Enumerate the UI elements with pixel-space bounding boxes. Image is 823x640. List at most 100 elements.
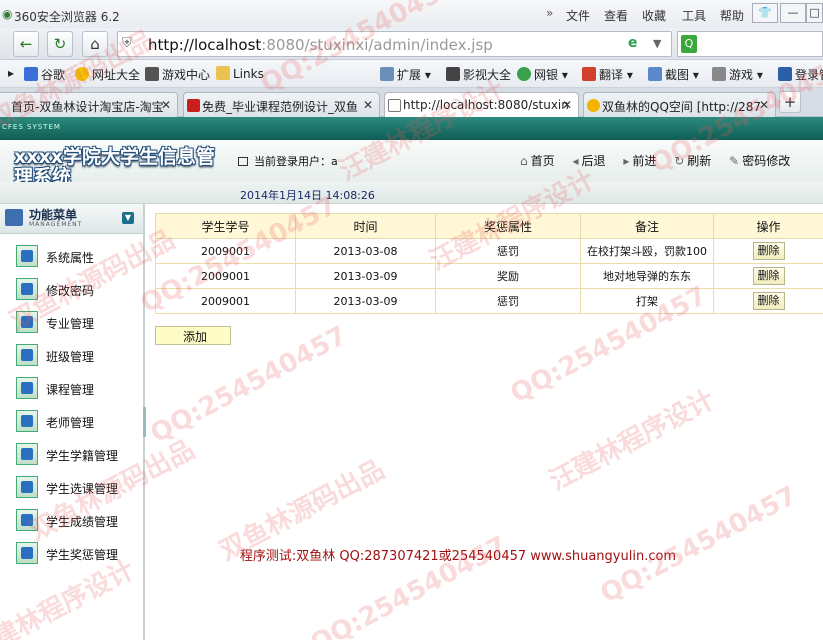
module-icon — [16, 278, 38, 300]
bank-icon — [517, 67, 531, 81]
nav-change-password[interactable]: ✎ 密码修改 — [729, 154, 790, 168]
search-input[interactable]: Q — [677, 31, 823, 57]
close-icon[interactable]: ✕ — [562, 98, 572, 112]
chevron-down-icon[interactable]: ▼ — [653, 37, 661, 50]
cell-note: 打架 — [580, 288, 714, 314]
key-icon — [778, 67, 792, 81]
fav-bank[interactable]: 网银 ▾ — [517, 66, 568, 83]
fav-video[interactable]: 影视大全 — [446, 66, 511, 83]
module-icon — [16, 476, 38, 498]
tab-free-design[interactable]: 免费_毕业课程范例设计_双鱼 ✕ — [183, 92, 380, 117]
add-button[interactable]: 添加 — [155, 326, 231, 345]
nav-refresh[interactable]: ↻ 刷新 — [674, 154, 711, 168]
sidebar: 功能菜单 MANAGEMENT ▼ 系统属性 修改密码 专业管理 班级管理 课程… — [0, 204, 145, 640]
tab-qq-space[interactable]: 双鱼林的QQ空间 [http://287 ✕ — [583, 92, 776, 117]
header-type: 奖惩属性 — [435, 213, 581, 239]
close-icon[interactable]: ✕ — [161, 98, 171, 112]
tab-label: http://localhost:8080/stuxin — [403, 98, 569, 112]
collapse-icon[interactable]: ▼ — [122, 212, 134, 224]
fav-translate[interactable]: 翻译 ▾ — [582, 66, 633, 83]
cell-student-id: 2009001 — [155, 263, 296, 289]
menu-favorites[interactable]: 收藏 — [642, 7, 666, 24]
menu-icon — [5, 209, 23, 226]
close-icon[interactable]: ✕ — [363, 98, 373, 112]
home-icon: ⌂ — [520, 154, 528, 168]
cell-student-id: 2009001 — [155, 288, 296, 314]
fav-screenshot[interactable]: 截图 ▾ — [648, 66, 699, 83]
delete-button[interactable]: 删除 — [752, 267, 785, 285]
minimize-button[interactable]: — — [780, 3, 806, 23]
skin-button[interactable]: 👕 — [752, 3, 778, 23]
nav-forward[interactable]: ▸ 前进 — [623, 154, 656, 168]
close-icon[interactable]: ✕ — [759, 98, 769, 112]
menu-overflow-icon[interactable]: » — [546, 6, 553, 20]
fav-url-directory[interactable]: 网址大全 — [75, 66, 140, 83]
module-icon — [16, 509, 38, 531]
sidebar-splitter[interactable] — [143, 407, 146, 437]
menu-subtitle: MANAGEMENT — [29, 221, 83, 228]
menu-help[interactable]: 帮助 — [720, 7, 744, 24]
delete-button[interactable]: 删除 — [752, 242, 785, 260]
footer-credits: 程序测试:双鱼林 QQ:287307421或254540457 www.shua… — [239, 549, 677, 564]
back-icon[interactable]: ← — [13, 31, 39, 57]
url-input[interactable]: ⛨ http://localhost:8080/stuxinxi/admin/i… — [117, 31, 672, 57]
star-icon — [587, 99, 600, 112]
cell-time: 2013-03-08 — [295, 238, 436, 264]
new-tab-icon[interactable]: + — [779, 91, 801, 113]
gamepad-icon — [145, 67, 159, 81]
video-icon — [446, 67, 460, 81]
rewards-table: 学生学号 时间 奖惩属性 备注 操作 2009001 2013-03-08 惩罚… — [155, 213, 823, 314]
address-toolbar: ← ↻ ⌂ ⛨ http://localhost:8080/stuxinxi/a… — [0, 28, 823, 60]
home-icon[interactable]: ⌂ — [82, 31, 108, 57]
site-favicon-icon — [187, 99, 200, 112]
nav-back[interactable]: ◂ 后退 — [572, 154, 605, 168]
module-icon — [16, 245, 38, 267]
cell-note: 在校打架斗殴，罚款100 — [580, 238, 714, 264]
module-icon — [16, 377, 38, 399]
nav-home[interactable]: ⌂ 首页 — [520, 154, 555, 168]
folder-icon — [216, 66, 230, 80]
header-action: 操作 — [713, 213, 823, 239]
compat-mode-icon[interactable]: e — [628, 35, 638, 51]
date-bar: 2014年1月14日 14:08:26 — [0, 182, 823, 204]
cell-action: 删除 — [713, 288, 823, 314]
cell-note: 地对地导弹的东东 — [580, 263, 714, 289]
tab-label: 双鱼林的QQ空间 [http://287 — [602, 100, 762, 114]
shield-icon: ⛨ — [122, 36, 132, 51]
menu-tools[interactable]: 工具 — [682, 7, 706, 24]
tab-label: 首页-双鱼林设计淘宝店-淘宝 — [11, 100, 164, 114]
current-user-label: 当前登录用户：a — [254, 155, 338, 168]
module-icon — [16, 443, 38, 465]
url-text: http://localhost:8080/stuxinxi/admin/ind… — [148, 36, 493, 54]
cell-time: 2013-03-09 — [295, 288, 436, 314]
web-app: CFES SYSTEM xxxx学院大学生信息管理系统 当前登录用户：a ⌂ 首页… — [0, 117, 823, 640]
favorites-arrow-icon[interactable]: ▸ — [8, 66, 14, 80]
back-icon: ◂ — [572, 154, 579, 168]
table-row: 2009001 2013-03-09 惩罚 打架 删除 — [155, 288, 823, 314]
delete-button[interactable]: 删除 — [752, 292, 785, 310]
tab-taobao-shop[interactable]: 首页-双鱼林设计淘宝店-淘宝 ✕ — [0, 92, 178, 117]
maximize-button[interactable]: □ — [806, 3, 823, 23]
menu-view[interactable]: 查看 — [604, 7, 628, 24]
page-icon — [388, 99, 401, 112]
cell-type: 惩罚 — [435, 288, 581, 314]
fav-login[interactable]: 登录管 — [778, 66, 823, 83]
tab-localhost-admin[interactable]: http://localhost:8080/stuxin ✕ — [384, 92, 579, 118]
module-icon — [16, 344, 38, 366]
header-student-id: 学生学号 — [155, 213, 296, 239]
search-engine-icon[interactable]: Q — [681, 35, 697, 53]
system-title: xxxx学院大学生信息管理系统 — [14, 146, 216, 188]
fav-games[interactable]: 游戏 ▾ — [712, 66, 763, 83]
header-note: 备注 — [580, 213, 714, 239]
fav-game-center[interactable]: 游戏中心 — [145, 66, 210, 83]
refresh-icon[interactable]: ↻ — [47, 31, 73, 57]
fav-links[interactable]: Links — [216, 66, 264, 81]
menu-file[interactable]: 文件 — [566, 7, 590, 24]
cell-action: 删除 — [713, 263, 823, 289]
password-icon: ✎ — [729, 154, 740, 168]
app-logo-text: CFES SYSTEM — [2, 123, 61, 131]
tab-label: 免费_毕业课程范例设计_双鱼 — [202, 100, 359, 114]
fav-extensions[interactable]: 扩展 ▾ — [380, 66, 431, 83]
fav-google[interactable]: 谷歌 — [24, 66, 65, 83]
table-row: 2009001 2013-03-08 惩罚 在校打架斗殴，罚款100 删除 — [155, 238, 823, 264]
